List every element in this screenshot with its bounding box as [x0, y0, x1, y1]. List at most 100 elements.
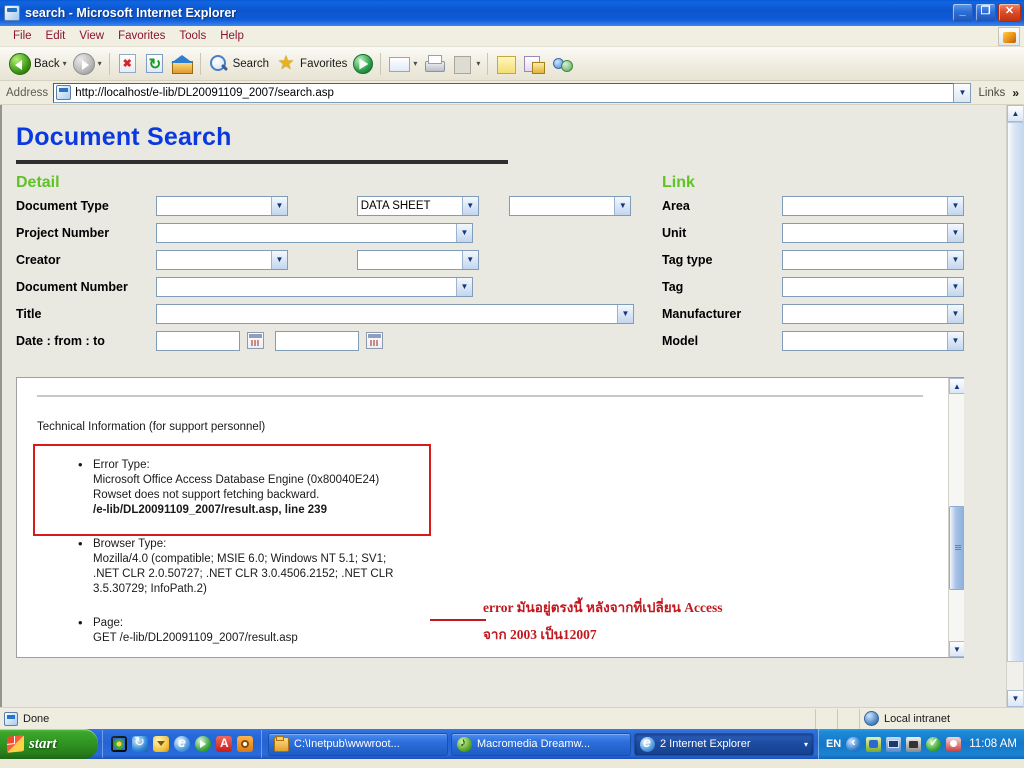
- edit-chevron-down-icon[interactable]: ▾: [476, 59, 480, 68]
- browser-type-line-2: .NET CLR 2.0.50727; .NET CLR 3.0.4506.21…: [93, 568, 394, 580]
- taskbar-item-internet-explorer-group[interactable]: 2 Internet Explorer ▾: [634, 732, 814, 756]
- date-from-input[interactable]: [156, 330, 240, 351]
- menu-item-help[interactable]: Help: [213, 28, 251, 44]
- internet-explorer-icon[interactable]: [174, 734, 190, 752]
- page-icon: [4, 711, 18, 726]
- minimize-button[interactable]: _: [952, 3, 973, 22]
- chevron-down-icon: ▼: [461, 250, 478, 269]
- page-scroll-down-button[interactable]: ▼: [1007, 690, 1023, 707]
- frame-scrollbar[interactable]: ▲ ▼: [948, 378, 964, 657]
- model-select[interactable]: ▼: [782, 330, 964, 351]
- frame-scroll-up-button[interactable]: ▲: [949, 378, 964, 394]
- search-button[interactable]: Search: [205, 50, 272, 78]
- document-type-select-2[interactable]: DATA SHEET ▼: [356, 195, 479, 216]
- links-bar[interactable]: Links »: [971, 86, 1022, 100]
- page-scrollbar-thumb[interactable]: [1007, 122, 1023, 662]
- close-button[interactable]: ✕: [998, 3, 1021, 22]
- field-cell-unit: ▼: [782, 219, 964, 246]
- home-button[interactable]: [168, 50, 196, 78]
- taskbar: start C:\Inetpub\wwwroot... Macromedia D…: [0, 729, 1024, 759]
- area-select[interactable]: ▼: [782, 195, 964, 216]
- document-type-select-3[interactable]: ▼: [509, 195, 632, 216]
- forward-history-chevron-down-icon[interactable]: ▾: [98, 59, 102, 68]
- manufacturer-select[interactable]: ▼: [782, 303, 964, 324]
- taskbar-item-dreamweaver[interactable]: Macromedia Dreamw...: [451, 732, 631, 756]
- language-bar-icon[interactable]: [846, 734, 862, 752]
- winamp-icon[interactable]: [153, 736, 169, 752]
- back-button[interactable]: Back ▾: [6, 50, 70, 78]
- page-scroll-up-button[interactable]: ▲: [1007, 105, 1023, 122]
- project-number-select[interactable]: ▼: [156, 222, 473, 243]
- show-desktop-icon[interactable]: [111, 736, 127, 752]
- calendar-to-icon[interactable]: [366, 332, 384, 349]
- link-section: Link Area ▼ Unit ▼ Tag type ▼ Tag ▼ Manu…: [662, 174, 1002, 354]
- menu-item-edit[interactable]: Edit: [39, 28, 73, 44]
- chevron-down-icon: ▼: [456, 223, 472, 242]
- unit-select[interactable]: ▼: [782, 222, 964, 243]
- record-icon[interactable]: [237, 736, 253, 752]
- menu-item-favorites[interactable]: Favorites: [111, 28, 172, 44]
- chevron-up-icon: ▲: [953, 381, 961, 391]
- date-to-input[interactable]: [275, 330, 360, 351]
- windows-flag-icon: [7, 735, 24, 753]
- tag-type-select[interactable]: ▼: [782, 249, 964, 270]
- page-scrollbar[interactable]: ▲ ▼: [1006, 105, 1023, 707]
- forward-button[interactable]: ▾: [70, 50, 105, 78]
- frame-scrollbar-thumb[interactable]: [949, 506, 964, 590]
- messenger-button[interactable]: [548, 50, 576, 78]
- network-icon[interactable]: [866, 736, 882, 752]
- taskbar-item-explorer-window[interactable]: C:\Inetpub\wwwroot...: [268, 732, 448, 756]
- refresh-button[interactable]: [141, 50, 168, 78]
- acrobat-reader-icon[interactable]: [216, 736, 232, 752]
- wireless-icon[interactable]: [946, 736, 962, 752]
- page-block: Page: GET /e-lib/DL20091109_2007/result.…: [78, 615, 298, 646]
- chevron-down-icon: ▼: [953, 644, 961, 654]
- close-icon: ✕: [1004, 5, 1015, 17]
- stop-button[interactable]: [114, 50, 141, 78]
- chevron-down-icon[interactable]: ▾: [804, 740, 808, 749]
- creator-select-1[interactable]: ▼: [156, 249, 288, 270]
- document-number-select[interactable]: ▼: [156, 276, 473, 297]
- mail-chevron-down-icon[interactable]: ▾: [413, 59, 417, 68]
- chevron-down-icon: ▼: [461, 196, 478, 215]
- address-dropdown-button[interactable]: ▼: [954, 82, 972, 103]
- links-chevron-right-icon[interactable]: »: [1012, 86, 1019, 100]
- discuss-button[interactable]: [520, 50, 548, 78]
- chevron-down-icon: ▼: [617, 304, 633, 323]
- restore-button[interactable]: ❐: [975, 3, 996, 22]
- language-indicator[interactable]: EN: [826, 738, 841, 750]
- document-type-select-1[interactable]: ▼: [156, 195, 288, 216]
- security-zone-cell[interactable]: Local intranet: [860, 709, 1024, 729]
- tag-select[interactable]: ▼: [782, 276, 964, 297]
- restore-icon: ❐: [980, 5, 991, 17]
- folder-icon: [274, 735, 289, 752]
- label-document-type: Document Type: [16, 198, 109, 213]
- calendar-from-icon[interactable]: [247, 332, 265, 349]
- favorites-button[interactable]: ★ Favorites: [272, 50, 350, 78]
- antivirus-icon[interactable]: [926, 736, 942, 752]
- start-button[interactable]: start: [0, 729, 98, 759]
- print-button[interactable]: [420, 50, 448, 78]
- clock[interactable]: 11:08 AM: [969, 738, 1017, 750]
- menu-item-tools[interactable]: Tools: [172, 28, 213, 44]
- toolbar-divider: [108, 52, 110, 75]
- mail-button[interactable]: ▾: [385, 50, 420, 78]
- address-input[interactable]: http://localhost/e-lib/DL20091109_2007/s…: [53, 82, 955, 103]
- frame-scroll-down-button[interactable]: ▼: [949, 641, 964, 657]
- menu-item-view[interactable]: View: [72, 28, 111, 44]
- camera-icon[interactable]: [906, 736, 922, 752]
- refresh-icon[interactable]: [132, 734, 148, 752]
- label-tag-type: Tag type: [662, 252, 713, 267]
- media-player-icon[interactable]: [195, 736, 211, 752]
- browser-type-line-1: Mozilla/4.0 (compatible; MSIE 6.0; Windo…: [93, 553, 387, 565]
- title-select[interactable]: ▼: [156, 303, 634, 324]
- edit-button[interactable]: ▾: [448, 50, 483, 78]
- display-icon[interactable]: [886, 736, 902, 752]
- notes-button[interactable]: [492, 50, 520, 78]
- media-button[interactable]: [350, 50, 376, 78]
- back-icon: [9, 52, 31, 75]
- creator-select-2[interactable]: ▼: [356, 249, 479, 270]
- back-history-chevron-down-icon[interactable]: ▾: [63, 59, 67, 68]
- menu-item-file[interactable]: File: [6, 28, 39, 44]
- ie-brand-logo-icon: [998, 27, 1020, 46]
